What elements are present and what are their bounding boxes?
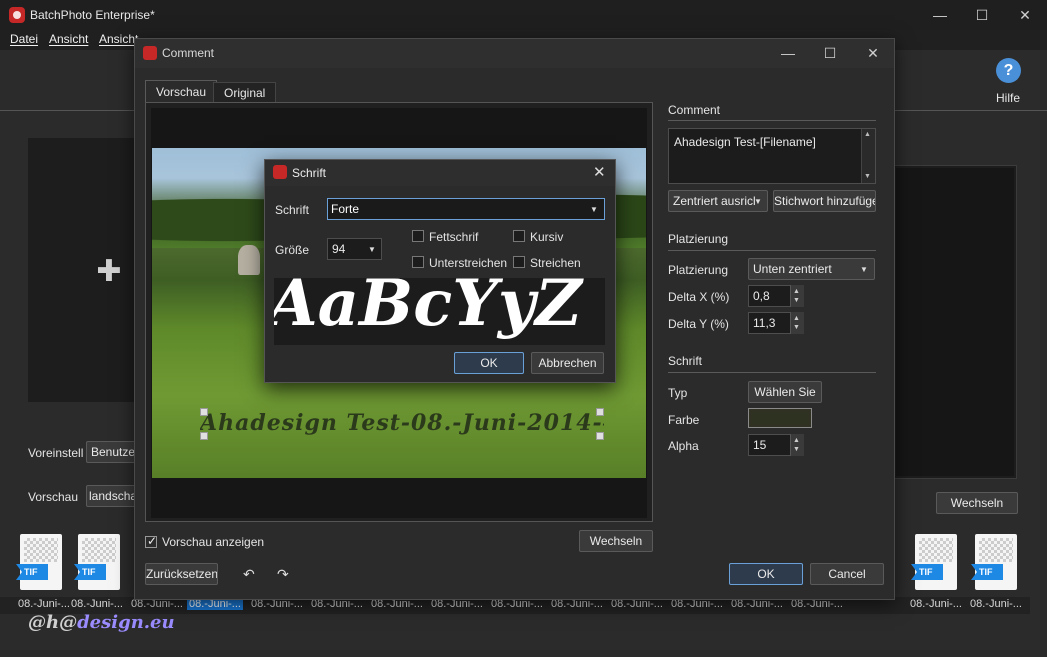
strike-label: Streichen	[530, 256, 581, 270]
font-section-title: Schrift	[668, 354, 703, 368]
thumbnail-caption[interactable]: 08.-Juni-...	[18, 598, 70, 610]
comment-section-title: Comment	[668, 103, 721, 117]
italic-label: Kursiv	[530, 230, 564, 244]
font-label: Schrift	[275, 203, 310, 217]
strike-checkbox[interactable]	[513, 256, 525, 268]
font-preview-box: AaBcYyZ	[274, 278, 605, 345]
underline-label: Unterstreichen	[429, 256, 508, 270]
resize-handle[interactable]	[200, 408, 208, 416]
section-divider	[668, 250, 876, 251]
thumbnail[interactable]	[975, 534, 1017, 590]
bold-checkbox[interactable]	[412, 230, 424, 242]
color-swatch[interactable]	[748, 408, 812, 428]
delta-y-stepper[interactable]: ▲ ▼	[790, 312, 804, 334]
comment-dialog-title: Comment	[162, 46, 215, 60]
tab-vorschau[interactable]: Vorschau	[145, 80, 218, 103]
menu-ansicht-2[interactable]: Ansicht	[99, 32, 138, 46]
choose-font-button[interactable]: Wählen Sie	[748, 381, 822, 403]
thumbnail-caption[interactable]: 08.-Juni-...	[71, 598, 123, 610]
add-icon[interactable]: ✚	[95, 257, 123, 287]
font-dialog-title: Schrift	[292, 166, 327, 180]
main-titlebar	[0, 0, 1047, 30]
font-name-input[interactable]: Forte	[327, 198, 605, 220]
scroll-down-icon[interactable]: ▼	[864, 173, 872, 180]
size-label: Größe	[275, 243, 310, 257]
delta-y-label: Delta Y (%)	[668, 317, 729, 331]
close-icon[interactable]: ✕	[1005, 4, 1045, 26]
help-icon[interactable]: ?	[996, 58, 1021, 83]
tab-original[interactable]: Original	[213, 82, 277, 103]
delta-x-label: Delta X (%)	[668, 290, 730, 304]
alpha-stepper[interactable]: ▲ ▼	[790, 434, 804, 456]
menu-datei[interactable]: Datei	[10, 32, 38, 46]
help-label[interactable]: Hilfe	[996, 91, 1020, 105]
preview-mode-label: Vorschau	[28, 490, 79, 504]
chevron-down-icon[interactable]: ▼	[368, 245, 376, 254]
placement-label: Platzierung	[668, 263, 729, 277]
comment-textarea[interactable]: Ahadesign Test-[Filename]	[668, 128, 876, 184]
add-keyword-button[interactable]: Stichwort hinzufüger	[773, 190, 876, 212]
delta-x-stepper[interactable]: ▲ ▼	[790, 285, 804, 307]
ok-button[interactable]: OK	[729, 563, 803, 585]
font-dialog-close-icon[interactable]: ✕	[593, 163, 606, 181]
show-preview-checkbox[interactable]	[145, 534, 157, 548]
undo-icon[interactable]: ↶	[243, 566, 255, 583]
font-preview-text: AaBcYyZ	[274, 278, 582, 341]
thumbnail-caption[interactable]: 08.-Juni-...	[910, 598, 962, 610]
maximize-icon[interactable]: ☐	[962, 4, 1002, 26]
preview-photo-rock	[238, 245, 260, 275]
main-wechseln-button[interactable]: Wechseln	[936, 492, 1018, 514]
alpha-label: Alpha	[668, 439, 699, 453]
dialog-minimize-icon[interactable]: —	[768, 42, 808, 64]
align-select[interactable]: Zentriert ausricl	[668, 190, 768, 212]
output-preview-area	[896, 168, 1014, 476]
app-title: BatchPhoto Enterprise*	[30, 8, 155, 22]
dialog-maximize-icon[interactable]: ☐	[810, 42, 850, 64]
section-divider	[668, 372, 876, 373]
font-cancel-button[interactable]: Abbrechen	[531, 352, 604, 374]
dialog-close-icon[interactable]: ✕	[853, 42, 893, 64]
chevron-down-icon: ▼	[754, 197, 762, 206]
bold-label: Fettschrif	[429, 230, 479, 244]
dialog-wechseln-button[interactable]: Wechseln	[579, 530, 653, 552]
comment-overlay-text[interactable]: Ahadesign Test-08.-Juni-2014-4-30	[200, 410, 604, 442]
watermark-logo: @h@design.eu	[28, 612, 175, 633]
underline-checkbox[interactable]	[412, 256, 424, 268]
dialog-app-icon	[143, 46, 157, 60]
font-ok-button[interactable]: OK	[454, 352, 524, 374]
chevron-down-icon: ▼	[860, 265, 868, 274]
app-logo-icon	[9, 7, 25, 23]
resize-handle[interactable]	[200, 432, 208, 440]
thumbnail[interactable]	[20, 534, 62, 590]
show-preview-label: Vorschau anzeigen	[162, 535, 265, 549]
resize-handle[interactable]	[596, 408, 604, 416]
minimize-icon[interactable]: —	[920, 4, 960, 26]
resize-handle[interactable]	[596, 432, 604, 440]
scroll-up-icon[interactable]: ▲	[864, 131, 872, 138]
font-dialog-app-icon	[273, 165, 287, 179]
thumbnail-caption[interactable]: 08.-Juni-...	[970, 598, 1022, 610]
thumbnail[interactable]	[78, 534, 120, 590]
placement-select[interactable]: Unten zentriert	[748, 258, 875, 280]
redo-icon[interactable]: ↷	[277, 566, 289, 583]
reset-button[interactable]: Zurücksetzen	[145, 563, 218, 585]
color-label: Farbe	[668, 413, 700, 427]
menu-ansicht[interactable]: Ansicht	[49, 32, 88, 46]
font-dialog	[264, 159, 616, 383]
italic-checkbox[interactable]	[513, 230, 525, 242]
cancel-button[interactable]: Cancel	[810, 563, 884, 585]
section-divider	[668, 120, 876, 121]
placement-section-title: Platzierung	[668, 232, 729, 246]
preset-label: Voreinstell	[28, 446, 84, 460]
chevron-down-icon[interactable]: ▼	[590, 205, 598, 214]
thumbnail[interactable]	[915, 534, 957, 590]
type-label: Typ	[668, 386, 688, 400]
